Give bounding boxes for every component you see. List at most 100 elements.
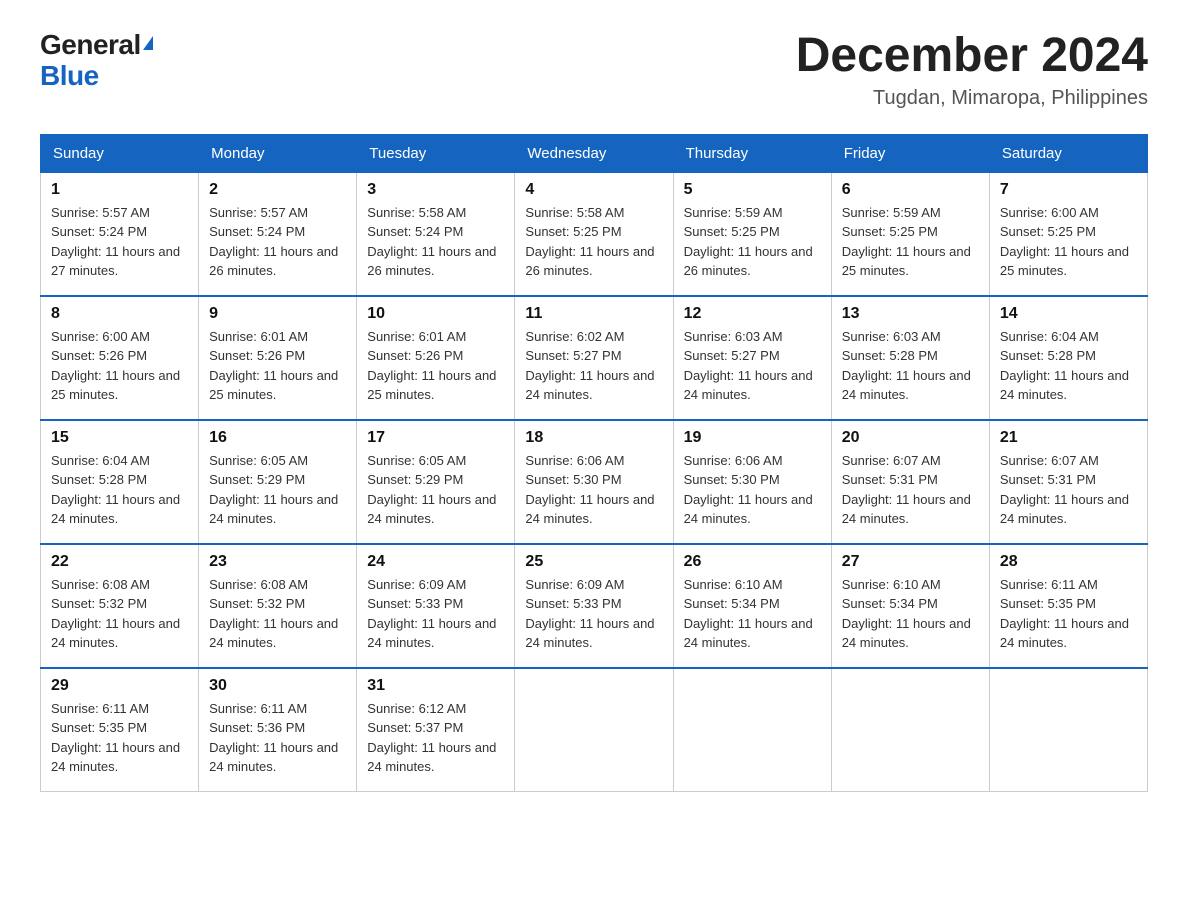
day-info: Sunrise: 6:09 AMSunset: 5:33 PMDaylight:… (367, 575, 504, 653)
calendar-cell: 7Sunrise: 6:00 AMSunset: 5:25 PMDaylight… (989, 172, 1147, 296)
day-number: 4 (525, 181, 662, 199)
weekday-header-thursday: Thursday (673, 134, 831, 172)
weekday-header-monday: Monday (199, 134, 357, 172)
weekday-header-saturday: Saturday (989, 134, 1147, 172)
day-info: Sunrise: 6:01 AMSunset: 5:26 PMDaylight:… (209, 327, 346, 405)
day-info: Sunrise: 6:05 AMSunset: 5:29 PMDaylight:… (209, 451, 346, 529)
calendar-cell: 20 Sunrise: 6:07 AMSunset: 5:31 PMDayligh… (831, 420, 989, 544)
day-info: Sunrise: 5:59 AMSunset: 5:25 PMDaylight:… (684, 203, 821, 281)
day-number: 23 (209, 553, 346, 571)
calendar-cell: 19 Sunrise: 6:06 AMSunset: 5:30 PMDayligh… (673, 420, 831, 544)
day-number: 12 (684, 305, 821, 323)
calendar-cell: 8 Sunrise: 6:00 AMSunset: 5:26 PMDaylight… (41, 296, 199, 420)
day-info: Sunrise: 6:02 AMSunset: 5:27 PMDaylight:… (525, 327, 662, 405)
day-info: Sunrise: 6:11 AMSunset: 5:35 PMDaylight:… (51, 699, 188, 777)
calendar-cell: 25 Sunrise: 6:09 AMSunset: 5:33 PMDayligh… (515, 544, 673, 668)
day-info: Sunrise: 5:59 AMSunset: 5:25 PMDaylight:… (842, 203, 979, 281)
logo-triangle-icon (143, 36, 153, 50)
day-number: 5 (684, 181, 821, 199)
calendar-cell: 16 Sunrise: 6:05 AMSunset: 5:29 PMDayligh… (199, 420, 357, 544)
calendar-cell: 18 Sunrise: 6:06 AMSunset: 5:30 PMDayligh… (515, 420, 673, 544)
day-number: 30 (209, 677, 346, 695)
calendar-cell: 2Sunrise: 5:57 AMSunset: 5:24 PMDaylight… (199, 172, 357, 296)
calendar-cell: 15 Sunrise: 6:04 AMSunset: 5:28 PMDayligh… (41, 420, 199, 544)
day-number: 8 (51, 305, 188, 323)
calendar-cell (989, 668, 1147, 792)
day-number: 27 (842, 553, 979, 571)
calendar-cell: 27 Sunrise: 6:10 AMSunset: 5:34 PMDayligh… (831, 544, 989, 668)
day-number: 2 (209, 181, 346, 199)
weekday-header-sunday: Sunday (41, 134, 199, 172)
day-number: 17 (367, 429, 504, 447)
day-number: 28 (1000, 553, 1137, 571)
calendar-cell: 22 Sunrise: 6:08 AMSunset: 5:32 PMDayligh… (41, 544, 199, 668)
day-info: Sunrise: 5:58 AMSunset: 5:25 PMDaylight:… (525, 203, 662, 281)
day-number: 19 (684, 429, 821, 447)
day-info: Sunrise: 6:00 AMSunset: 5:25 PMDaylight:… (1000, 203, 1137, 281)
day-info: Sunrise: 6:05 AMSunset: 5:29 PMDaylight:… (367, 451, 504, 529)
calendar-cell: 1 Sunrise: 5:57 AMSunset: 5:24 PMDaylight… (41, 172, 199, 296)
day-number: 18 (525, 429, 662, 447)
day-info: Sunrise: 6:01 AMSunset: 5:26 PMDaylight:… (367, 327, 504, 405)
day-number: 6 (842, 181, 979, 199)
calendar-week-row: 22 Sunrise: 6:08 AMSunset: 5:32 PMDayligh… (41, 544, 1148, 668)
calendar-cell: 10 Sunrise: 6:01 AMSunset: 5:26 PMDayligh… (357, 296, 515, 420)
day-info: Sunrise: 6:06 AMSunset: 5:30 PMDaylight:… (525, 451, 662, 529)
calendar-table: SundayMondayTuesdayWednesdayThursdayFrid… (40, 134, 1148, 792)
calendar-cell: 29 Sunrise: 6:11 AMSunset: 5:35 PMDayligh… (41, 668, 199, 792)
page-header: General Blue December 2024 Tugdan, Mimar… (40, 30, 1148, 110)
day-number: 25 (525, 553, 662, 571)
calendar-cell: 21Sunrise: 6:07 AMSunset: 5:31 PMDayligh… (989, 420, 1147, 544)
calendar-cell: 17 Sunrise: 6:05 AMSunset: 5:29 PMDayligh… (357, 420, 515, 544)
calendar-cell (831, 668, 989, 792)
day-info: Sunrise: 6:10 AMSunset: 5:34 PMDaylight:… (842, 575, 979, 653)
logo-blue-text: Blue (40, 61, 153, 92)
day-info: Sunrise: 6:12 AMSunset: 5:37 PMDaylight:… (367, 699, 504, 777)
weekday-header-friday: Friday (831, 134, 989, 172)
calendar-cell (515, 668, 673, 792)
day-number: 16 (209, 429, 346, 447)
day-info: Sunrise: 6:08 AMSunset: 5:32 PMDaylight:… (51, 575, 188, 653)
day-info: Sunrise: 5:58 AMSunset: 5:24 PMDaylight:… (367, 203, 504, 281)
calendar-cell: 30 Sunrise: 6:11 AMSunset: 5:36 PMDayligh… (199, 668, 357, 792)
calendar-cell: 11 Sunrise: 6:02 AMSunset: 5:27 PMDayligh… (515, 296, 673, 420)
day-info: Sunrise: 6:06 AMSunset: 5:30 PMDaylight:… (684, 451, 821, 529)
title-block: December 2024 Tugdan, Mimaropa, Philippi… (796, 30, 1148, 110)
calendar-cell: 3 Sunrise: 5:58 AMSunset: 5:24 PMDaylight… (357, 172, 515, 296)
calendar-cell: 12 Sunrise: 6:03 AMSunset: 5:27 PMDayligh… (673, 296, 831, 420)
day-number: 3 (367, 181, 504, 199)
day-number: 29 (51, 677, 188, 695)
calendar-header-row: SundayMondayTuesdayWednesdayThursdayFrid… (41, 134, 1148, 172)
day-info: Sunrise: 6:07 AMSunset: 5:31 PMDaylight:… (842, 451, 979, 529)
calendar-cell: 24Sunrise: 6:09 AMSunset: 5:33 PMDayligh… (357, 544, 515, 668)
day-number: 10 (367, 305, 504, 323)
day-info: Sunrise: 6:11 AMSunset: 5:36 PMDaylight:… (209, 699, 346, 777)
calendar-cell: 13 Sunrise: 6:03 AMSunset: 5:28 PMDayligh… (831, 296, 989, 420)
day-info: Sunrise: 6:11 AMSunset: 5:35 PMDaylight:… (1000, 575, 1137, 653)
day-info: Sunrise: 6:04 AMSunset: 5:28 PMDaylight:… (51, 451, 188, 529)
calendar-cell: 6 Sunrise: 5:59 AMSunset: 5:25 PMDaylight… (831, 172, 989, 296)
month-title: December 2024 (796, 30, 1148, 83)
day-number: 14 (1000, 305, 1137, 323)
day-number: 13 (842, 305, 979, 323)
day-number: 20 (842, 429, 979, 447)
day-number: 22 (51, 553, 188, 571)
day-number: 1 (51, 181, 188, 199)
day-info: Sunrise: 6:07 AMSunset: 5:31 PMDaylight:… (1000, 451, 1137, 529)
calendar-cell: 5 Sunrise: 5:59 AMSunset: 5:25 PMDaylight… (673, 172, 831, 296)
calendar-cell: 26Sunrise: 6:10 AMSunset: 5:34 PMDayligh… (673, 544, 831, 668)
day-info: Sunrise: 6:08 AMSunset: 5:32 PMDaylight:… (209, 575, 346, 653)
day-number: 26 (684, 553, 821, 571)
calendar-cell: 14Sunrise: 6:04 AMSunset: 5:28 PMDayligh… (989, 296, 1147, 420)
day-info: Sunrise: 6:00 AMSunset: 5:26 PMDaylight:… (51, 327, 188, 405)
day-info: Sunrise: 6:09 AMSunset: 5:33 PMDaylight:… (525, 575, 662, 653)
day-info: Sunrise: 5:57 AMSunset: 5:24 PMDaylight:… (51, 203, 188, 281)
logo-general-text: General (40, 30, 141, 61)
day-number: 15 (51, 429, 188, 447)
day-info: Sunrise: 6:03 AMSunset: 5:28 PMDaylight:… (842, 327, 979, 405)
day-number: 11 (525, 305, 662, 323)
calendar-week-row: 15 Sunrise: 6:04 AMSunset: 5:28 PMDayligh… (41, 420, 1148, 544)
calendar-cell: 31Sunrise: 6:12 AMSunset: 5:37 PMDayligh… (357, 668, 515, 792)
day-number: 9 (209, 305, 346, 323)
day-info: Sunrise: 6:03 AMSunset: 5:27 PMDaylight:… (684, 327, 821, 405)
